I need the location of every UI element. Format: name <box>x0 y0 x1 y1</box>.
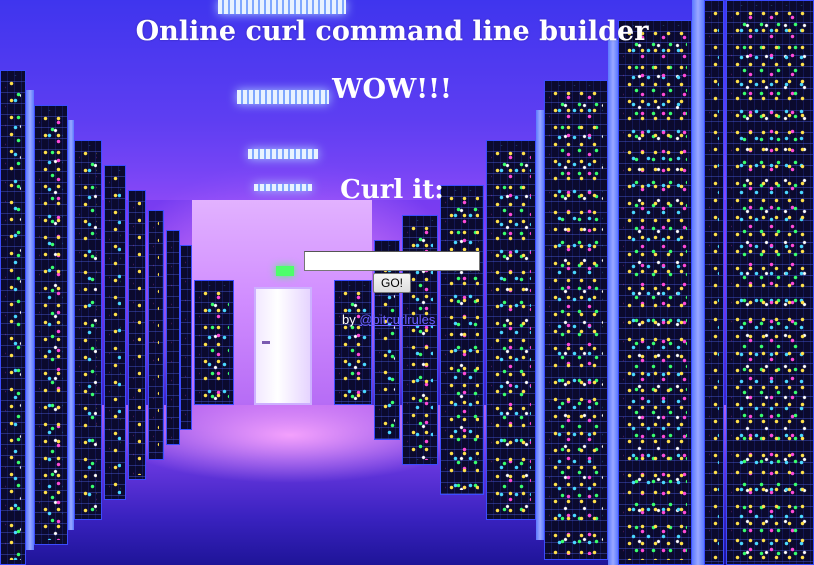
go-button[interactable]: GO! <box>373 273 411 293</box>
author-link[interactable]: @bitcurlrules <box>359 312 435 327</box>
main-content: Online curl command line builder WOW!!! … <box>0 0 814 565</box>
wow-heading: WOW!!! <box>332 74 452 105</box>
page-title: Online curl command line builder <box>135 16 649 47</box>
byline-prefix: by <box>342 312 356 327</box>
byline: by @bitcurlrules <box>342 312 435 327</box>
curl-url-input[interactable] <box>304 251 480 271</box>
curl-it-heading: Curl it: <box>340 175 444 205</box>
